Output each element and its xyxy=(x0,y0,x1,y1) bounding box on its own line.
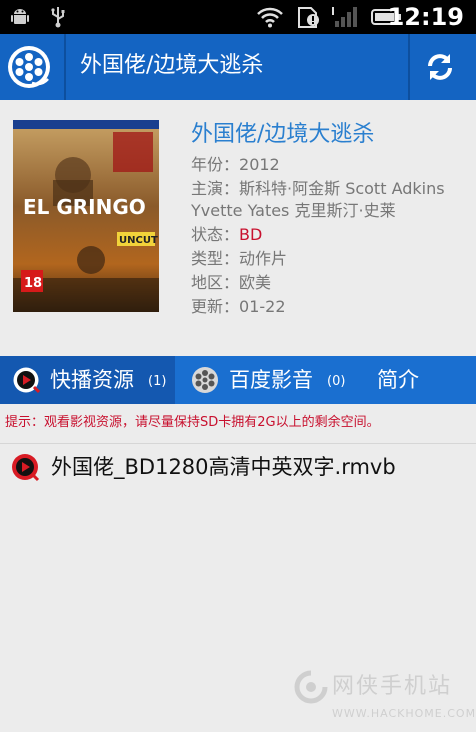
page-title: 外国佬/边境大逃杀 xyxy=(80,53,264,78)
watermark-logo-icon xyxy=(294,670,328,714)
header-divider xyxy=(408,34,410,100)
movie-status: 状态：BD xyxy=(191,225,263,244)
movie-name: 外国佬/边境大逃杀 xyxy=(191,122,375,147)
signal-icon xyxy=(332,5,360,34)
film-reel-icon xyxy=(191,366,219,398)
tab-baidu-label: 百度影音 xyxy=(229,368,313,392)
movie-poster[interactable]: EL GRINGO UNCUT 18 xyxy=(13,120,159,312)
qvod-play-icon xyxy=(12,366,41,398)
tab-baidu-count: (0) xyxy=(327,374,346,389)
movie-region: 地区：欧美 xyxy=(191,273,272,292)
divider xyxy=(0,443,476,444)
sim-alert-icon xyxy=(296,5,322,34)
usb-icon xyxy=(46,5,70,34)
app-header: 外国佬/边境大逃杀 xyxy=(0,34,476,100)
tab-baidu[interactable]: 百度影音 (0) xyxy=(175,356,351,404)
storage-hint: 提示：观看影视资源，请尽量保持SD卡拥有2G以上的剩余空间。 xyxy=(5,415,380,430)
watermark-url: WWW.HACKHOME.COM xyxy=(332,707,476,720)
tab-qvod-label: 快播资源 xyxy=(50,368,134,392)
refresh-icon[interactable] xyxy=(424,51,456,83)
tab-intro[interactable]: 简介 xyxy=(351,356,476,404)
header-divider xyxy=(64,34,66,100)
tab-intro-label: 简介 xyxy=(377,368,419,392)
movie-detail: EL GRINGO UNCUT 18 外国佬/边境大逃杀 年份：2012 主演：… xyxy=(0,100,476,356)
movie-info: 外国佬/边境大逃杀 年份：2012 主演：斯科特·阿金斯 Scott Adkin… xyxy=(191,118,471,318)
list-item[interactable]: 外国佬_BD1280高清中英双字.rmvb xyxy=(0,448,476,488)
film-reel-logo-icon[interactable] xyxy=(8,46,50,88)
movie-genre: 类型：动作片 xyxy=(191,249,288,268)
wifi-icon xyxy=(256,5,284,34)
watermark: 网侠手机站 WWW.HACKHOME.COM xyxy=(294,666,475,730)
movie-cast: 主演：斯科特·阿金斯 Scott Adkins Yvette Yates 克里斯… xyxy=(191,179,445,220)
poster-uncut-badge: UNCUT xyxy=(119,235,158,246)
poster-rating-badge: 18 xyxy=(24,276,42,291)
movie-update: 更新：01-22 xyxy=(191,297,286,316)
watermark-text: 网侠手机站 xyxy=(332,674,453,699)
movie-year: 年份：2012 xyxy=(191,155,280,174)
tab-qvod[interactable]: 快播资源 (1) xyxy=(0,356,175,404)
source-tabs: 快播资源 (1) 百度影音 (0) 简介 xyxy=(0,356,476,404)
qvod-play-icon xyxy=(10,452,40,486)
android-icon xyxy=(8,5,32,34)
file-name: 外国佬_BD1280高清中英双字.rmvb xyxy=(51,455,396,479)
tab-qvod-count: (1) xyxy=(148,374,167,389)
status-time: 12:19 xyxy=(387,3,464,31)
status-bar: 12:19 xyxy=(0,0,476,34)
poster-title: EL GRINGO xyxy=(23,195,146,219)
